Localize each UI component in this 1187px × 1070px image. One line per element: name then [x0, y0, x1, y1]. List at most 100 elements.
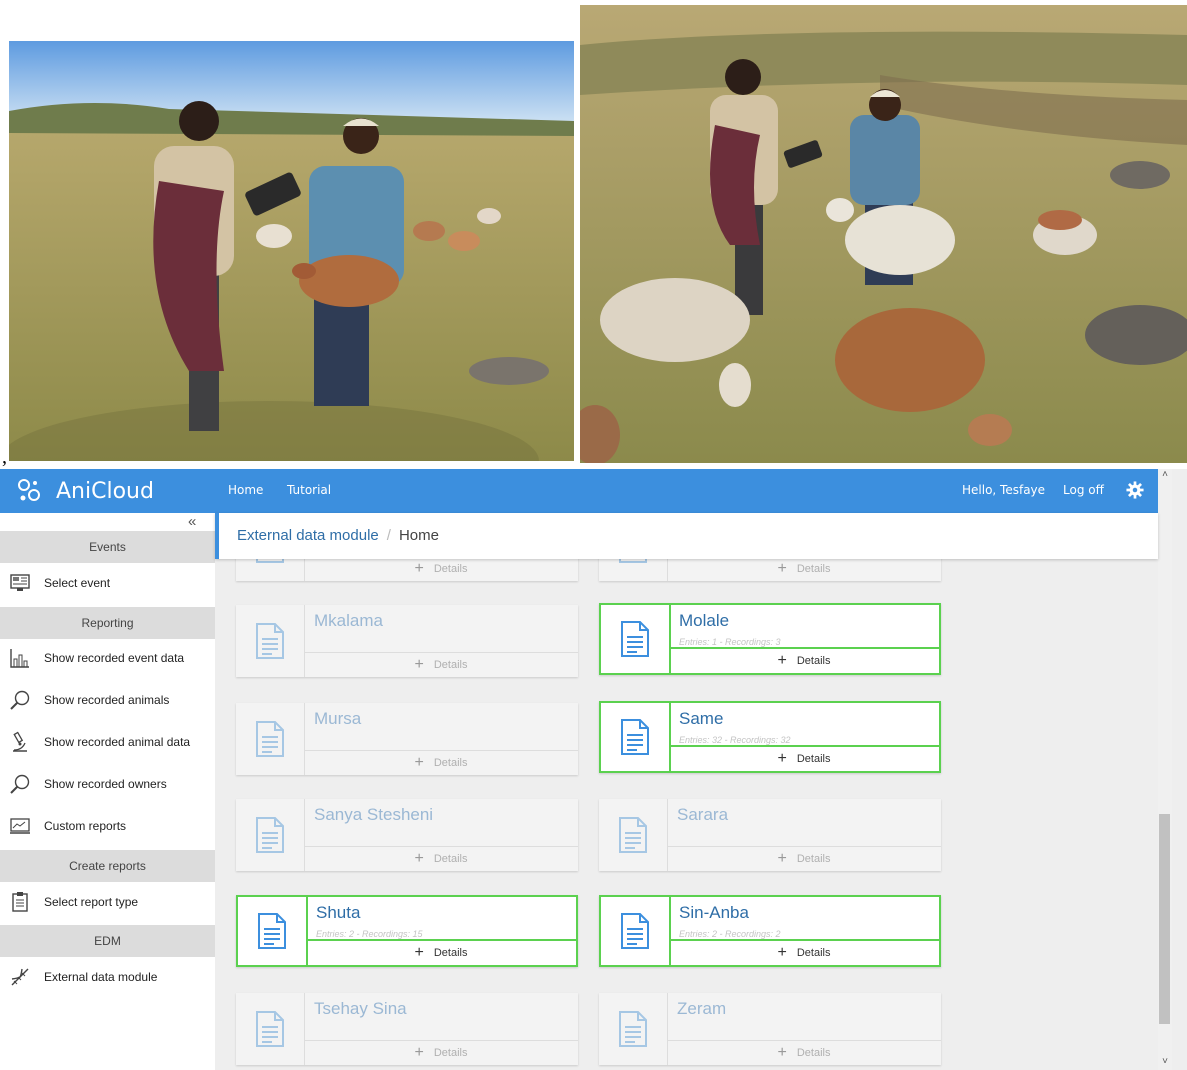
- location-card[interactable]: + Details: [236, 559, 578, 581]
- sidebar-item-label: Show recorded owners: [44, 777, 167, 791]
- document-icon: [619, 817, 647, 853]
- details-label: Details: [796, 563, 831, 575]
- sidebar-item-select-event[interactable]: Select event: [0, 564, 215, 602]
- details-button[interactable]: + Details: [669, 745, 939, 771]
- logoff-link[interactable]: Log off: [1063, 483, 1104, 497]
- plus-icon: +: [777, 850, 787, 867]
- location-card-molale[interactable]: Molale Entries: 1 - Recordings: 3 + Detai…: [599, 603, 941, 675]
- collapse-sidebar-icon[interactable]: «: [188, 513, 196, 530]
- sidebar-item-select-report-type[interactable]: Select report type: [0, 883, 215, 921]
- details-button[interactable]: + Details: [669, 939, 939, 965]
- section-title: Reporting: [81, 616, 134, 630]
- sidebar-item-label: Custom reports: [44, 819, 127, 833]
- document-icon: [621, 913, 649, 949]
- details-label: Details: [433, 1047, 468, 1059]
- document-icon: [621, 719, 649, 755]
- details-button[interactable]: + Details: [304, 559, 578, 581]
- gear-icon[interactable]: [1126, 481, 1144, 499]
- details-label: Details: [796, 655, 831, 667]
- location-card-tsehay-sina[interactable]: Tsehay Sina + Details: [236, 993, 578, 1065]
- card-meta: Entries: 1 - Recordings: 3: [679, 637, 781, 647]
- nav-tutorial-link[interactable]: Tutorial: [287, 483, 331, 497]
- sidebar-item-label: Show recorded event data: [44, 651, 185, 665]
- document-icon: [621, 621, 649, 657]
- details-label: Details: [433, 757, 468, 769]
- scroll-down-icon[interactable]: ˅: [1158, 1056, 1172, 1070]
- page-header: External data module / Home: [215, 513, 1158, 559]
- details-button[interactable]: + Details: [669, 647, 939, 673]
- location-card-mkalama[interactable]: Mkalama + Details: [236, 605, 578, 677]
- breadcrumb-parent-link[interactable]: External data module: [237, 527, 379, 544]
- location-card-shuta[interactable]: Shuta Entries: 2 - Recordings: 15 + Detai…: [236, 895, 578, 967]
- location-card-sanya-stesheni[interactable]: Sanya Stesheni + Details: [236, 799, 578, 871]
- section-edm: EDM: [0, 925, 215, 957]
- plus-icon: +: [414, 656, 424, 673]
- details-button[interactable]: + Details: [667, 1040, 941, 1065]
- location-card-sarara[interactable]: Sarara + Details: [599, 799, 941, 871]
- card-meta: Entries: 32 - Recordings: 32: [679, 735, 791, 745]
- anicloud-logo-icon: [18, 479, 40, 501]
- nav-home-link[interactable]: Home: [228, 483, 263, 497]
- document-icon: [258, 913, 286, 949]
- card-title: Zeram: [677, 999, 727, 1018]
- card-title: Sanya Stesheni: [314, 805, 434, 824]
- details-label: Details: [433, 853, 468, 865]
- field-photo-left: [9, 41, 574, 461]
- location-card[interactable]: + Details: [599, 559, 941, 581]
- document-icon: [619, 1011, 647, 1047]
- sidebar-item-label: Select event: [44, 576, 111, 590]
- document-icon: [256, 559, 284, 563]
- details-button[interactable]: + Details: [304, 1040, 578, 1065]
- card-title: Mkalama: [314, 611, 383, 630]
- sidebar-item-custom-reports[interactable]: Custom reports: [0, 807, 215, 845]
- details-label: Details: [433, 563, 468, 575]
- location-card-mursa[interactable]: Mursa + Details: [236, 703, 578, 775]
- sidebar-item-show-recorded-owners[interactable]: Show recorded owners: [0, 765, 215, 803]
- sidebar-item-label: Show recorded animals: [44, 693, 170, 707]
- brand-name: AniCloud: [56, 478, 154, 504]
- details-button[interactable]: + Details: [304, 652, 578, 677]
- card-meta: Entries: 2 - Recordings: 2: [679, 929, 781, 939]
- sidebar-item-label: Show recorded animal data: [44, 735, 191, 749]
- scroll-thumb[interactable]: [1159, 814, 1170, 1024]
- details-button[interactable]: + Details: [304, 846, 578, 871]
- section-create-reports: Create reports: [0, 850, 215, 882]
- brand[interactable]: AniCloud: [16, 477, 154, 505]
- sidebar-item-external-data-module[interactable]: External data module: [0, 958, 215, 996]
- details-label: Details: [796, 853, 831, 865]
- details-button[interactable]: + Details: [667, 559, 941, 581]
- plus-icon: +: [414, 560, 424, 577]
- details-label: Details: [433, 947, 468, 959]
- breadcrumb-separator: /: [386, 527, 391, 544]
- scroll-up-icon[interactable]: ˄: [1158, 469, 1172, 483]
- details-button[interactable]: + Details: [304, 750, 578, 775]
- sidebar-item-label: Select report type: [44, 895, 139, 909]
- magnifier-icon: [10, 690, 30, 710]
- sidebar: « Events Select event Reporting Show rec…: [0, 513, 215, 1070]
- details-button[interactable]: + Details: [667, 846, 941, 871]
- document-icon: [256, 1011, 284, 1047]
- location-card-sin-anba[interactable]: Sin-Anba Entries: 2 - Recordings: 2 + Det…: [599, 895, 941, 967]
- card-grid: + Details + Details Mkalama + Details Molal…: [215, 559, 1158, 1070]
- sidebar-item-show-recorded-animals[interactable]: Show recorded animals: [0, 681, 215, 719]
- bar-chart-icon: [10, 649, 29, 668]
- card-title: Mursa: [314, 709, 362, 728]
- section-title: EDM: [94, 934, 121, 948]
- report-icon: [10, 818, 30, 834]
- location-card-zeram[interactable]: Zeram + Details: [599, 993, 941, 1065]
- document-icon: [256, 623, 284, 659]
- plus-icon: +: [777, 1044, 787, 1061]
- breadcrumb: External data module / Home: [237, 527, 439, 544]
- details-label: Details: [796, 947, 831, 959]
- sidebar-item-show-recorded-event-data[interactable]: Show recorded event data: [0, 639, 215, 677]
- plus-icon: +: [777, 944, 787, 961]
- sidebar-item-show-recorded-animal-data[interactable]: Show recorded animal data: [0, 723, 215, 761]
- card-meta: Entries: 2 - Recordings: 15: [316, 929, 423, 939]
- plus-icon: +: [777, 560, 787, 577]
- details-button[interactable]: + Details: [306, 939, 576, 965]
- document-icon: [12, 892, 28, 912]
- location-card-same[interactable]: Same Entries: 32 - Recordings: 32 + Detai…: [599, 701, 941, 773]
- greeting-link[interactable]: Hello, Tesfaye: [962, 483, 1045, 497]
- vertical-scrollbar[interactable]: ˄ ˅: [1158, 469, 1172, 1070]
- card-title: Tsehay Sina: [314, 999, 407, 1018]
